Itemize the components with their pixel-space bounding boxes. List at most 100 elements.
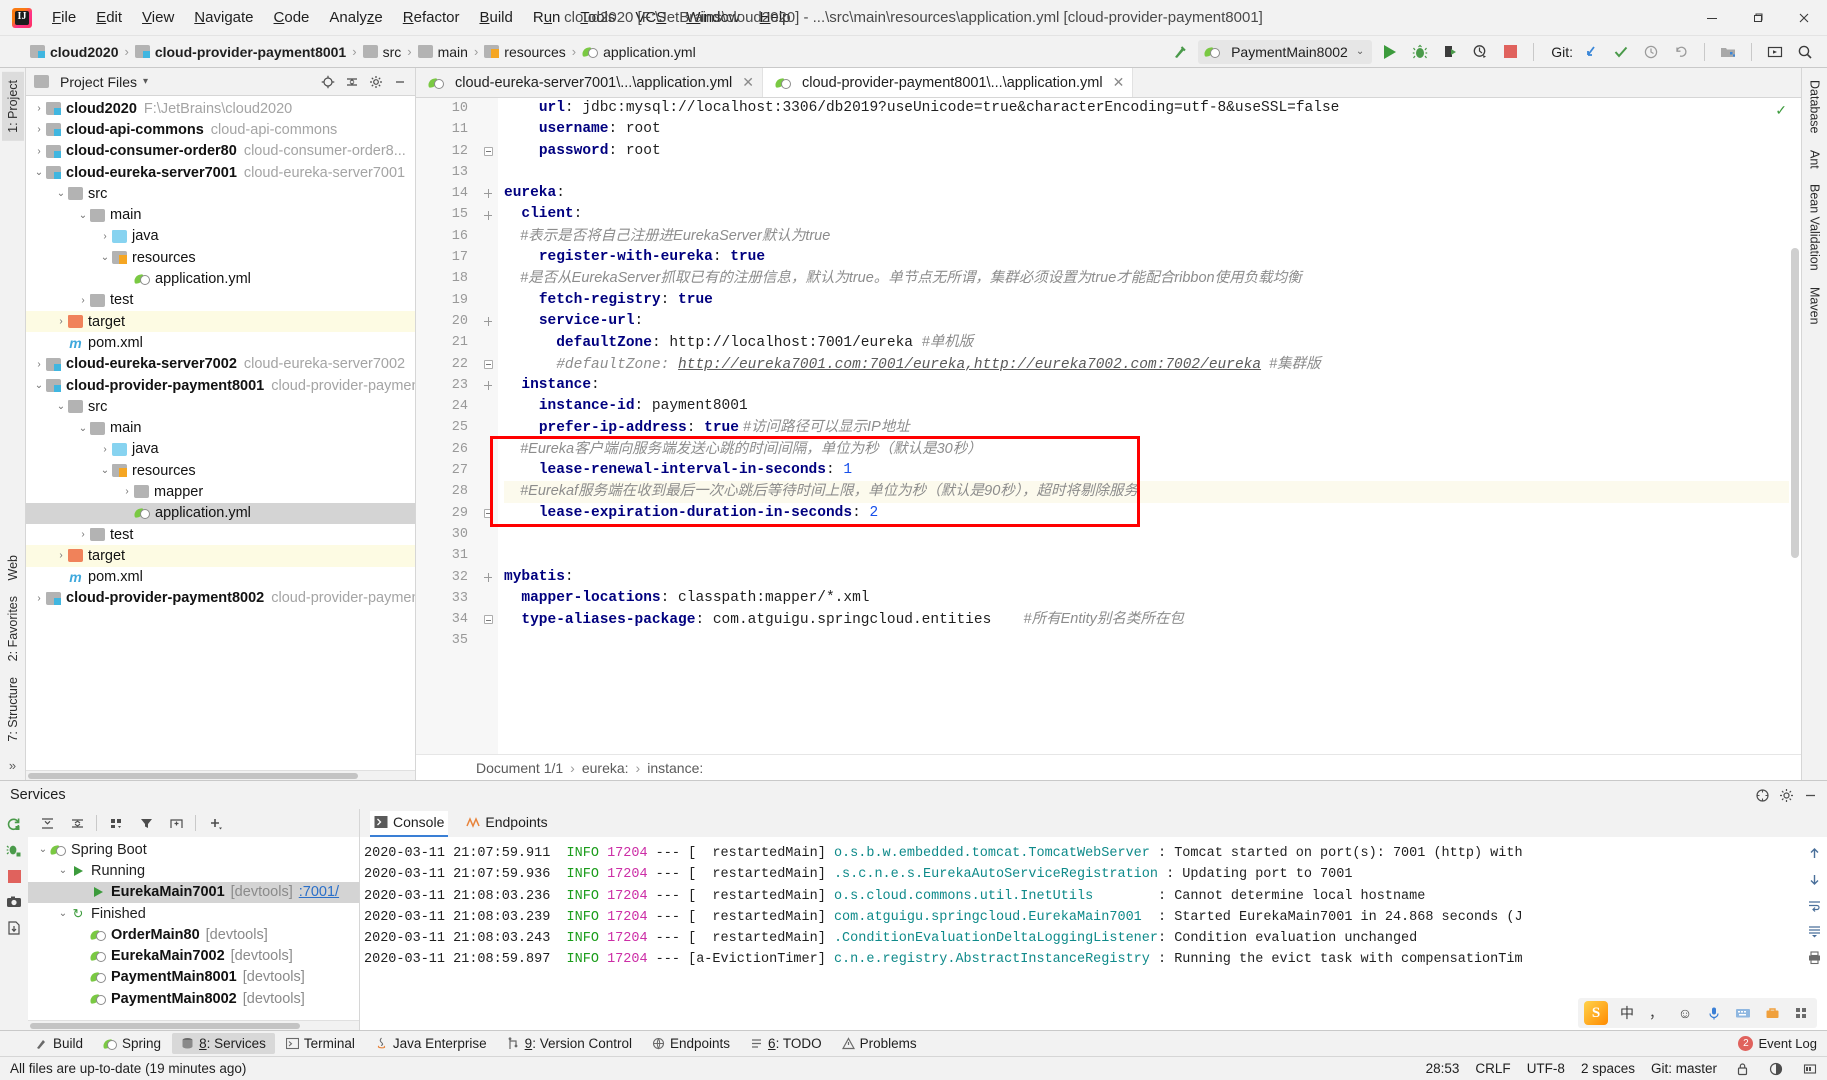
tree-node-pom-xml[interactable]: ›mpom.xml [26,567,415,588]
chevron-down-icon[interactable]: ⌄ [56,865,70,876]
memory-indicator-icon[interactable] [1801,1060,1819,1078]
code-line[interactable]: instance: [504,375,1801,396]
tree-node-target[interactable]: › target [26,545,415,567]
export-icon[interactable] [3,917,25,939]
profiler-icon[interactable] [1468,40,1492,64]
debug-icon[interactable] [1408,40,1432,64]
code-line[interactable]: mapper-locations: classpath:mapper/*.xml [504,588,1801,609]
code-line[interactable]: username: root [504,119,1801,140]
tree-node-application-yml[interactable]: ›application.yml [26,268,415,289]
editor-tab-1[interactable]: cloud-eureka-server7001\...\application.… [416,68,763,97]
ime-keyboard-icon[interactable] [1733,1003,1753,1023]
chevron-right-icon[interactable]: › [32,593,46,604]
chevron-down-icon[interactable]: ⌄ [98,252,112,263]
code-line[interactable]: #Eurekaf服务端在收到最后一次心跳后等待时间上限，单位为秒（默认是90秒）… [504,481,1801,503]
chevron-right-icon[interactable]: › [120,486,134,497]
build-icon[interactable] [1168,40,1192,64]
add-tab-icon[interactable] [165,812,187,834]
chevron-right-icon[interactable]: › [32,359,46,370]
menu-item-build[interactable]: Build [469,5,522,30]
chevron-down-icon[interactable]: ⌄ [32,167,46,178]
tree-node-resources[interactable]: ⌄ resources [26,247,415,268]
inspection-ok-icon[interactable]: ✓ [1775,102,1787,119]
breadcrumb-item-application-yml[interactable]: application.yml [582,44,696,60]
tree-node-cloud2020[interactable]: › cloud2020 F:\JetBrains\cloud2020 [26,98,415,119]
git-update-icon[interactable] [1579,40,1603,64]
tree-node-cloud-eureka-server7002[interactable]: › cloud-eureka-server7002 cloud-eureka-ser… [26,354,415,375]
tree-node-java[interactable]: › java [26,439,415,460]
minimize-button[interactable] [1689,0,1735,36]
code-line[interactable]: client: [504,204,1801,225]
breadcrumb-item-resources[interactable]: resources [484,44,566,60]
editor-tabs[interactable]: cloud-eureka-server7001\...\application.… [416,68,1801,98]
ime-mic-icon[interactable] [1704,1003,1724,1023]
help-icon[interactable] [1751,784,1773,806]
run-with-coverage-icon[interactable] [1438,40,1462,64]
ime-punctuation-icon[interactable]: ， [1646,1003,1666,1023]
tree-node-resources[interactable]: ⌄ resources [26,460,415,481]
editor-vertical-scrollbar[interactable] [1789,98,1801,754]
console-tab-console[interactable]: Console [370,811,449,837]
project-horizontal-scrollbar[interactable] [26,770,415,780]
service-node-port-link[interactable]: :7001/ [299,884,339,900]
fold-expand-icon[interactable] [478,183,498,204]
bottom-tab-spring[interactable]: Spring [94,1033,170,1054]
scroll-up-icon[interactable] [1804,843,1824,863]
chevron-right-icon[interactable]: › [54,316,68,327]
tree-node-cloud-consumer-order80[interactable]: › cloud-consumer-order80 cloud-consumer-or… [26,141,415,162]
ime-emoji-icon[interactable]: ☺ [1675,1003,1695,1023]
bottom-tab-problems[interactable]: Problems [833,1033,926,1054]
code-line[interactable]: #是否从EurekaServer抓取已有的注册信息，默认为true。单节点无所谓… [504,268,1801,289]
chevron-down-icon[interactable]: ⌄ [76,210,90,221]
tree-node-main[interactable]: ⌄ main [26,417,415,438]
sogou-logo-icon[interactable]: S [1584,1001,1608,1025]
add-service-icon[interactable] [204,812,226,834]
tree-node-cloud-provider-payment8001[interactable]: ⌄ cloud-provider-payment8001 cloud-provide… [26,375,415,396]
tree-node-cloud-provider-payment8002[interactable]: › cloud-provider-payment8002 cloud-provide… [26,588,415,609]
tree-node-test[interactable]: › test [26,290,415,311]
chevron-right-icon[interactable]: › [54,550,68,561]
service-node-eurekamain7002[interactable]: ›EurekaMain7002[devtools] [28,945,359,966]
chevron-right-icon[interactable]: › [32,124,46,135]
collapse-all-icon[interactable] [341,71,363,93]
menu-item-navigate[interactable]: Navigate [184,5,263,30]
indent-setting[interactable]: 2 spaces [1581,1061,1635,1076]
code-line[interactable]: lease-renewal-interval-in-seconds: 1 [504,460,1801,481]
hide-icon[interactable] [1799,784,1821,806]
fold-end-icon[interactable] [478,141,498,162]
chevron-down-icon[interactable]: ⌄ [76,423,90,434]
close-icon[interactable]: ✕ [1113,74,1125,91]
tree-node-pom-xml[interactable]: ›mpom.xml [26,332,415,353]
console-tab-endpoints[interactable]: Endpoints [462,811,551,837]
code-line[interactable] [504,630,1801,651]
rail-tab-favorites[interactable]: 2: Favorites [2,588,24,669]
breadcrumb-item-src[interactable]: src [362,44,401,60]
services-tree[interactable]: ⌄Spring Boot⌄Running›EurekaMain7001[devt… [28,837,359,1020]
group-by-icon[interactable] [105,812,127,834]
chevron-down-icon[interactable]: ⌄ [56,908,70,919]
breadcrumb-item-cloud-provider-payment8001[interactable]: cloud-provider-payment8001 [134,44,346,60]
tree-node-src[interactable]: ⌄ src [26,183,415,204]
inspection-level-icon[interactable] [1767,1060,1785,1078]
stop-icon[interactable] [1498,40,1522,64]
project-structure-icon[interactable] [1716,40,1740,64]
rail-tab-structure[interactable]: 7: Structure [2,669,24,750]
tree-node-test[interactable]: › test [26,524,415,545]
git-commit-icon[interactable] [1609,40,1633,64]
chevron-down-icon[interactable]: ⌄ [32,380,46,391]
locate-icon[interactable] [317,71,339,93]
breadcrumb-item-main[interactable]: main [417,44,468,60]
menu-item-run[interactable]: Run [523,5,571,30]
tree-node-src[interactable]: ⌄ src [26,396,415,417]
bottom-tab-endpoints[interactable]: Endpoints [643,1033,739,1054]
tree-node-cloud-api-commons[interactable]: › cloud-api-commons cloud-api-commons [26,119,415,140]
fold-expand-icon[interactable] [478,567,498,588]
service-node-ordermain80[interactable]: ›OrderMain80[devtools] [28,924,359,945]
menu-item-file[interactable]: File [42,5,86,30]
menu-item-edit[interactable]: Edit [86,5,132,30]
menu-item-window[interactable]: Window [676,5,749,30]
run-icon[interactable] [1378,40,1402,64]
code-viewport[interactable]: 10 11 12 13 14 15 16 17 18 19 20 21 22 23 24 25 26 27 28 29… [416,98,1801,754]
code-line[interactable]: url: jdbc:mysql://localhost:3306/db2019?… [504,98,1801,119]
scroll-down-icon[interactable] [1804,869,1824,889]
